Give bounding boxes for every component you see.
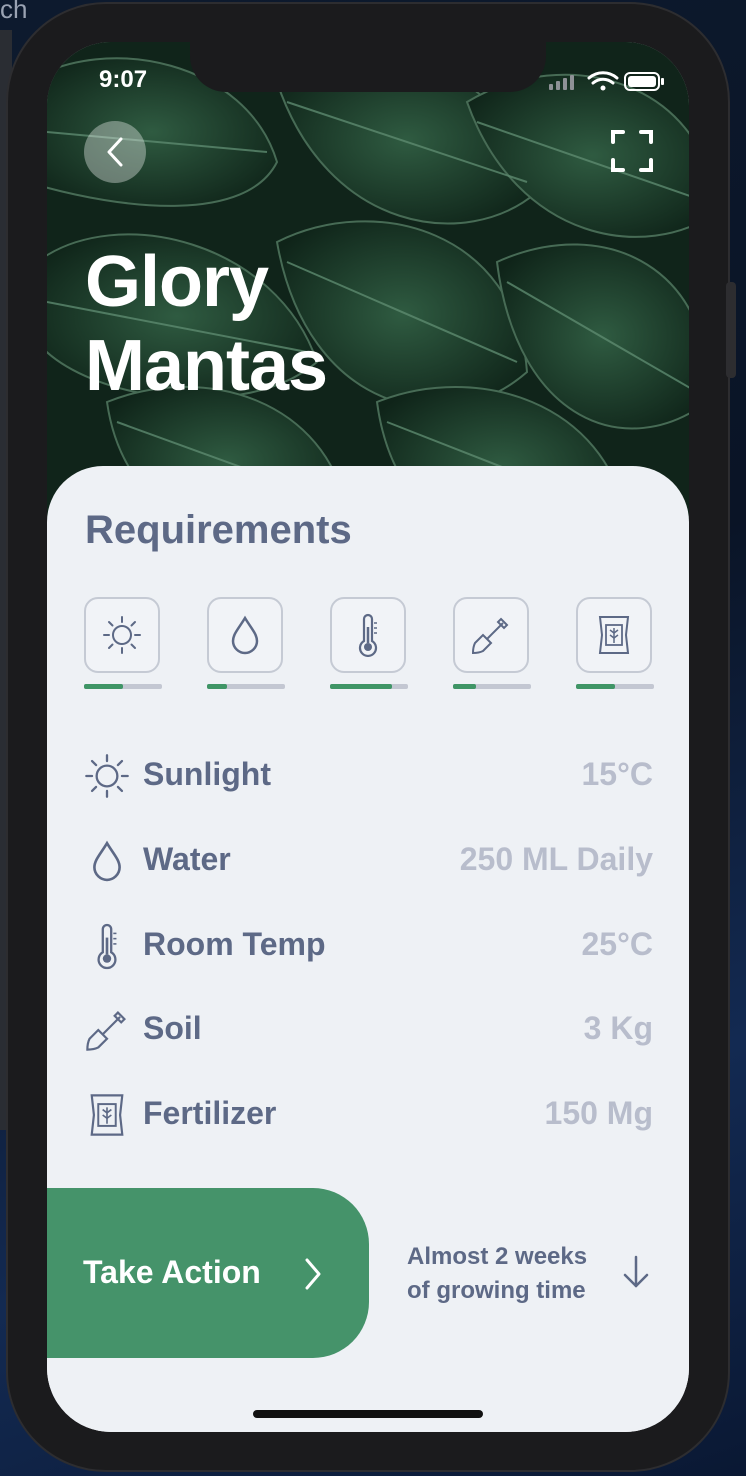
requirement-value: 250 ML Daily bbox=[459, 841, 653, 877]
status-time: 9:07 bbox=[99, 66, 148, 93]
requirement-value: 3 Kg bbox=[583, 1010, 653, 1046]
phone-side-button bbox=[726, 282, 736, 378]
temperature-level-fill bbox=[330, 684, 393, 689]
soil-level-bar bbox=[453, 684, 531, 689]
list-item-water: Water 250 ML Daily bbox=[83, 831, 653, 891]
fullscreen-icon[interactable] bbox=[611, 130, 653, 172]
shovel-icon bbox=[86, 1011, 126, 1051]
back-button[interactable] bbox=[84, 121, 146, 183]
list-item-room-temp: Room Temp 25°C bbox=[83, 916, 653, 976]
list-item-fertilizer: Fertilizer 150 Mg bbox=[83, 1085, 653, 1145]
take-action-label: Take Action bbox=[83, 1254, 261, 1290]
plant-title: Glory Mantas bbox=[85, 240, 328, 408]
fertilizer-tile[interactable] bbox=[576, 597, 652, 673]
growing-time-line2: of growing time bbox=[407, 1277, 586, 1304]
requirement-value: 15°C bbox=[581, 756, 654, 792]
list-item-soil: Soil 3 Kg bbox=[83, 1000, 653, 1060]
fertilizer-level-bar bbox=[576, 684, 654, 689]
temperature-tile[interactable] bbox=[330, 597, 406, 673]
shovel-icon bbox=[471, 617, 509, 655]
sunlight-tile[interactable] bbox=[84, 597, 160, 673]
arrow-down-icon[interactable] bbox=[621, 1254, 651, 1290]
sun-icon bbox=[103, 616, 141, 654]
sunlight-level-fill bbox=[84, 684, 123, 689]
plant-title-line2: Mantas bbox=[85, 326, 328, 406]
chevron-left-icon bbox=[107, 137, 123, 167]
status-icons bbox=[549, 71, 664, 91]
water-level-bar bbox=[207, 684, 285, 689]
fertilizer-level-fill bbox=[576, 684, 615, 689]
requirements-heading: Requirements bbox=[85, 508, 352, 552]
requirements-icon-row bbox=[84, 597, 654, 697]
requirement-label: Soil bbox=[143, 1010, 202, 1046]
fertilizer-bag-icon bbox=[90, 1094, 124, 1136]
sunlight-level-bar bbox=[84, 684, 162, 689]
water-drop-icon bbox=[231, 615, 259, 655]
growing-time-text: Almost 2 weeks of growing time bbox=[407, 1240, 607, 1308]
wifi-icon bbox=[587, 71, 619, 91]
water-drop-icon bbox=[93, 840, 121, 882]
requirement-value: 150 Mg bbox=[544, 1095, 653, 1131]
soil-level-fill bbox=[453, 684, 477, 689]
soil-tile[interactable] bbox=[453, 597, 529, 673]
requirement-label: Sunlight bbox=[143, 756, 271, 792]
list-item-sunlight: Sunlight 15°C bbox=[83, 746, 653, 806]
requirement-label: Room Temp bbox=[143, 926, 326, 962]
chevron-right-icon bbox=[305, 1258, 321, 1290]
app-screen: 9:07 Glory Mantas Requirements Sunlight … bbox=[47, 42, 689, 1432]
requirement-value: 25°C bbox=[581, 926, 654, 962]
plant-title-line1: Glory bbox=[85, 242, 269, 322]
take-action-button[interactable]: Take Action bbox=[47, 1188, 369, 1358]
thermometer-icon bbox=[358, 613, 378, 657]
growing-time-line1: Almost 2 weeks bbox=[407, 1243, 588, 1270]
desktop-text-fragment: ch bbox=[0, 0, 28, 24]
phone-notch bbox=[190, 42, 546, 92]
fertilizer-bag-icon bbox=[598, 616, 630, 654]
requirement-label: Fertilizer bbox=[143, 1095, 277, 1131]
sun-icon bbox=[85, 754, 129, 798]
requirement-label: Water bbox=[143, 841, 231, 877]
temperature-level-bar bbox=[330, 684, 408, 689]
water-level-fill bbox=[207, 684, 227, 689]
signal-icon bbox=[549, 75, 574, 90]
thermometer-icon bbox=[97, 923, 117, 970]
water-tile[interactable] bbox=[207, 597, 283, 673]
battery-icon bbox=[624, 72, 664, 91]
home-indicator[interactable] bbox=[253, 1410, 483, 1418]
